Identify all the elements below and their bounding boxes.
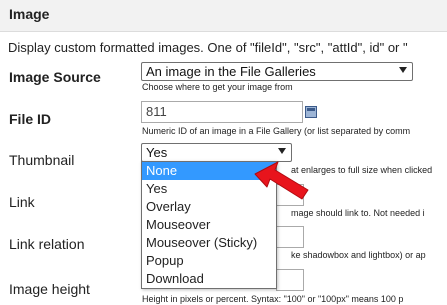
thumbnail-value: Yes bbox=[146, 145, 168, 160]
image-source-select[interactable]: An image in the File Galleries bbox=[141, 62, 413, 81]
red-arrow-icon bbox=[254, 161, 309, 200]
file-id-label: File ID bbox=[9, 111, 52, 127]
image-height-label: Image height bbox=[9, 281, 90, 297]
plugin-description: Display custom formatted images. One of … bbox=[8, 40, 408, 55]
link-relation-hint: ke shadowbox and lightbox) or ap bbox=[291, 250, 426, 260]
chevron-down-icon bbox=[399, 67, 407, 73]
thumbnail-hint: at enlarges to full size when clicked bbox=[291, 165, 433, 175]
dropdown-option-download[interactable]: Download bbox=[142, 270, 276, 288]
dropdown-option-popup[interactable]: Popup bbox=[142, 252, 276, 270]
link-hint: mage should link to. Not needed i bbox=[291, 208, 425, 218]
thumbnail-label: Thumbnail bbox=[9, 152, 75, 168]
link-relation-label: Link relation bbox=[9, 236, 85, 252]
section-header bbox=[0, 0, 447, 32]
image-source-hint: Choose where to get your image from bbox=[142, 82, 293, 92]
section-title: Image bbox=[9, 6, 50, 22]
link-label: Link bbox=[9, 194, 35, 210]
chevron-down-icon bbox=[278, 148, 286, 154]
image-height-hint: Height in pixels or percent. Syntax: "10… bbox=[142, 294, 404, 304]
image-source-label: Image Source bbox=[9, 69, 101, 85]
image-source-value: An image in the File Galleries bbox=[146, 64, 316, 79]
file-id-input[interactable]: 811 bbox=[141, 101, 303, 123]
link-relation-input[interactable] bbox=[276, 226, 304, 248]
dropdown-option-mouseover[interactable]: Mouseover bbox=[142, 216, 276, 234]
dropdown-option-mouseover-sticky[interactable]: Mouseover (Sticky) bbox=[142, 234, 276, 252]
file-id-hint: Numeric ID of an image in a File Gallery… bbox=[142, 126, 411, 136]
image-height-input[interactable] bbox=[276, 269, 304, 291]
image-picker-icon[interactable] bbox=[305, 106, 317, 118]
